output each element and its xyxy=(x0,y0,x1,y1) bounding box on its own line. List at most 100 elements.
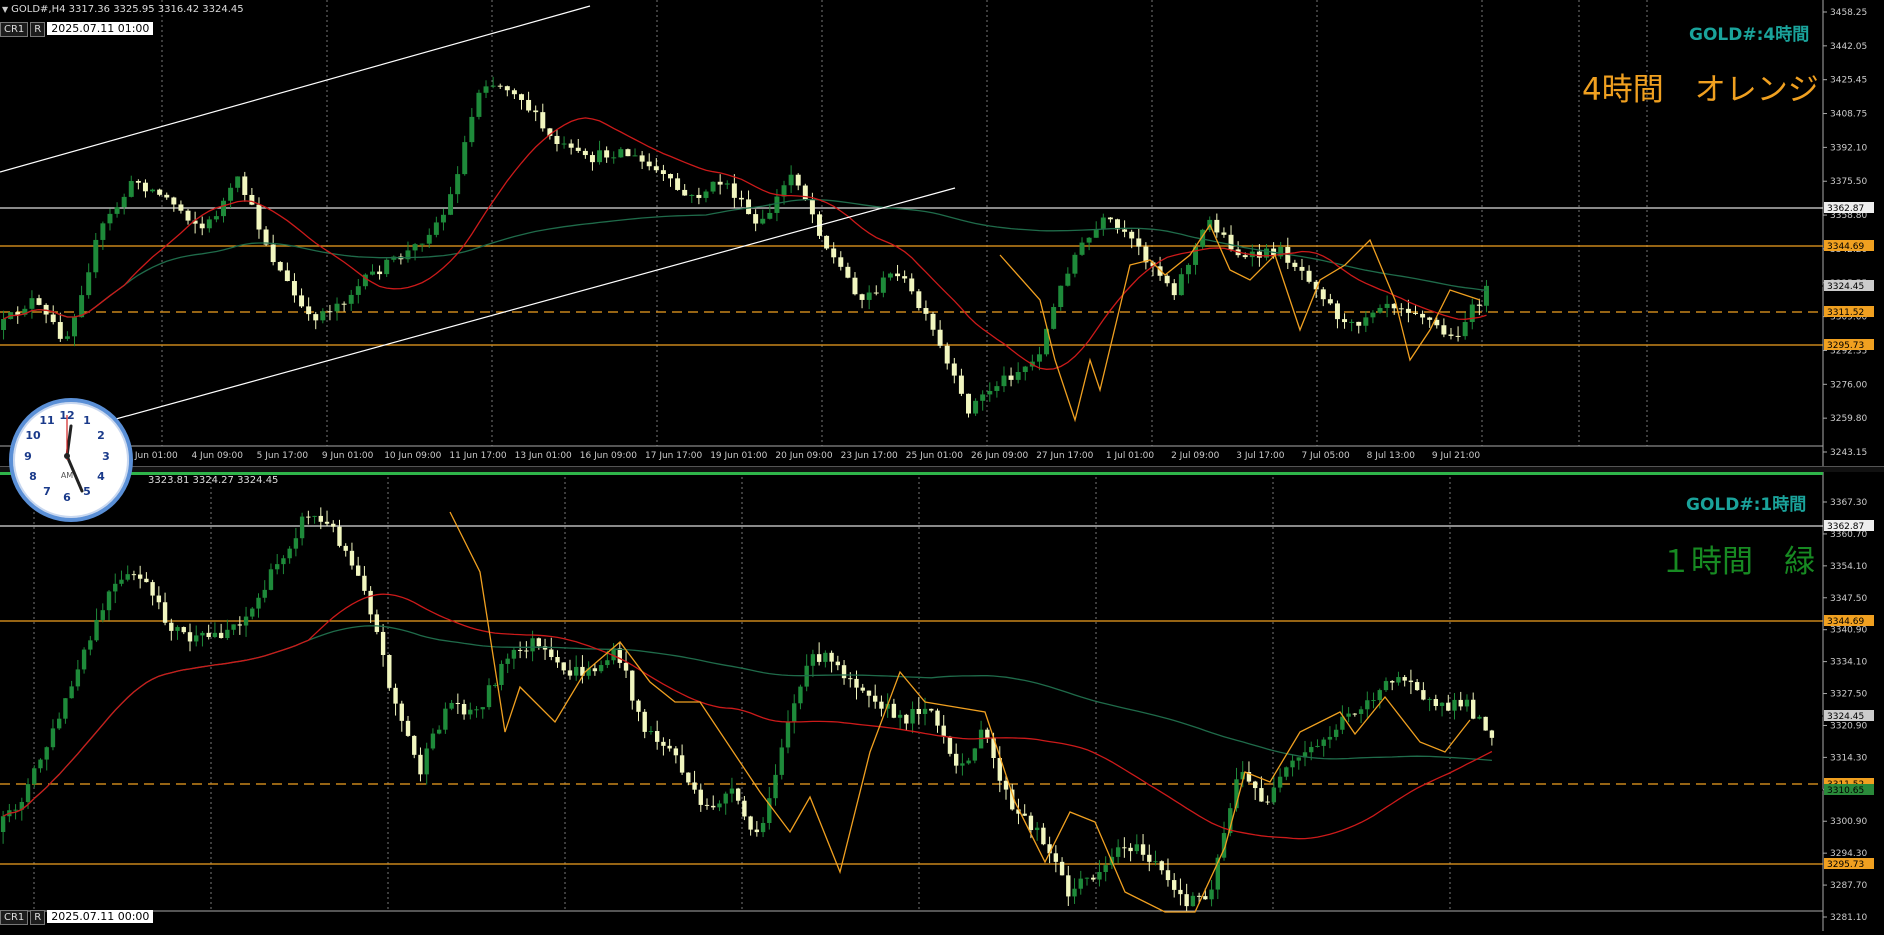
cr1-tag[interactable]: CR1 xyxy=(0,910,29,925)
candle-body xyxy=(1371,700,1376,702)
candle-body xyxy=(604,150,610,158)
price-label: 3375.50 xyxy=(1830,177,1867,187)
candle-body xyxy=(469,116,475,143)
candle-body xyxy=(798,686,803,704)
candle-body xyxy=(723,793,728,804)
chart-pane-h1[interactable]: 3367.30 3360.70 3354.10 3347.50 3340.90 3334.… xyxy=(0,472,1884,931)
candle-body xyxy=(1128,847,1133,852)
candle-body xyxy=(50,728,56,748)
candle-body xyxy=(490,85,496,87)
candle-body xyxy=(1136,238,1142,247)
candle-body xyxy=(1147,854,1152,862)
candle-body xyxy=(829,652,834,662)
chart-pane-h4[interactable]: 3458.25 3442.05 3425.45 3408.75 3392.10 3375.… xyxy=(0,0,1884,466)
candle-body xyxy=(916,708,921,714)
candle-body xyxy=(175,627,180,631)
level-label: 3311.52 xyxy=(1827,308,1864,318)
chart-canvas-h1[interactable]: 3367.303360.703354.103347.503340.903334.… xyxy=(0,472,1884,931)
price-label: 3281.10 xyxy=(1830,913,1867,923)
candle-body xyxy=(985,729,990,738)
svg-text:11: 11 xyxy=(39,414,54,427)
time-label: 17 Jun 17:00 xyxy=(645,451,702,461)
analog-clock[interactable]: 12 1 2 345 678 9 10 11 AM xyxy=(9,398,133,522)
candle-body xyxy=(1115,847,1121,857)
candle-body xyxy=(561,662,566,671)
candle-body xyxy=(994,386,1000,391)
candle-body xyxy=(824,235,830,249)
candle-body xyxy=(848,678,853,680)
candle-body xyxy=(1185,264,1191,275)
candle-body xyxy=(1377,690,1382,701)
candle-body xyxy=(114,207,120,214)
timeframe-label: １時間 緑 xyxy=(1660,544,1815,580)
timeframe-label: 4時間 オレンジ xyxy=(1582,72,1819,108)
candle-body xyxy=(505,658,510,664)
svg-text:7: 7 xyxy=(43,485,51,498)
candle-body xyxy=(567,670,573,676)
candle-body xyxy=(75,669,81,687)
cr1-tag[interactable]: CR1 xyxy=(0,22,29,37)
candle-body xyxy=(249,194,255,205)
candle-body xyxy=(318,515,323,522)
candle-body xyxy=(589,155,595,163)
candle-body xyxy=(923,308,929,314)
candle-body xyxy=(1309,746,1314,753)
candle-body xyxy=(860,687,865,691)
candle-body xyxy=(1036,354,1042,362)
candle-body xyxy=(337,526,342,546)
candle-body xyxy=(72,317,77,337)
candle-body xyxy=(1242,255,1248,258)
level-label: 3344.69 xyxy=(1827,617,1864,627)
time-label: 11 Jun 17:00 xyxy=(449,451,506,461)
price-axis xyxy=(1823,0,1884,466)
candle-body xyxy=(1342,319,1348,323)
candle-body xyxy=(760,218,766,224)
svg-text:10: 10 xyxy=(25,429,41,442)
candle-body xyxy=(654,731,660,742)
candle-body xyxy=(504,86,510,91)
time-label: 4 Jun 09:00 xyxy=(191,451,243,461)
candle-body xyxy=(724,183,730,185)
candle-body xyxy=(474,709,479,711)
candle-body xyxy=(897,714,903,718)
r-tag[interactable]: R xyxy=(30,910,46,925)
candle-body xyxy=(1327,299,1333,304)
candle-body xyxy=(773,774,778,799)
svg-text:3: 3 xyxy=(102,450,110,463)
candle-body xyxy=(582,150,588,156)
candle-body xyxy=(57,322,63,339)
candle-body xyxy=(1420,313,1426,318)
candle-body xyxy=(362,575,367,591)
candle-body xyxy=(1203,896,1208,900)
candle-body xyxy=(1041,827,1046,845)
candle-body xyxy=(150,582,155,596)
candle-body xyxy=(242,176,248,195)
candle-body xyxy=(343,545,348,551)
candle-body xyxy=(299,295,305,307)
level-label: 3295.73 xyxy=(1827,341,1864,351)
candle-body xyxy=(511,90,517,95)
candle-body xyxy=(910,708,915,724)
candle-body xyxy=(1003,780,1009,790)
candle-body xyxy=(1427,699,1432,701)
candle-body xyxy=(299,516,305,539)
candle-body xyxy=(268,569,274,590)
candle-body xyxy=(703,191,709,198)
candle-body xyxy=(1221,232,1227,235)
time-label: 26 Jun 09:00 xyxy=(971,451,1028,461)
candle-body xyxy=(866,690,872,696)
candle-body xyxy=(1315,745,1320,747)
candle-body xyxy=(125,574,130,580)
candle-body xyxy=(1022,366,1028,373)
collapse-triangle-icon[interactable]: ▼ xyxy=(2,5,8,14)
time-label: 23 Jun 17:00 xyxy=(841,451,898,461)
candle-body xyxy=(980,394,986,401)
price-label: 3287.70 xyxy=(1830,881,1867,891)
r-tag[interactable]: R xyxy=(30,22,46,37)
candle-body xyxy=(493,684,498,686)
candle-body xyxy=(412,735,417,755)
clock-face-icon: 12 12 345 678 91011 AM xyxy=(24,409,110,504)
candle-body xyxy=(1349,321,1355,323)
candle-body xyxy=(792,703,797,722)
candle-body xyxy=(237,624,243,626)
